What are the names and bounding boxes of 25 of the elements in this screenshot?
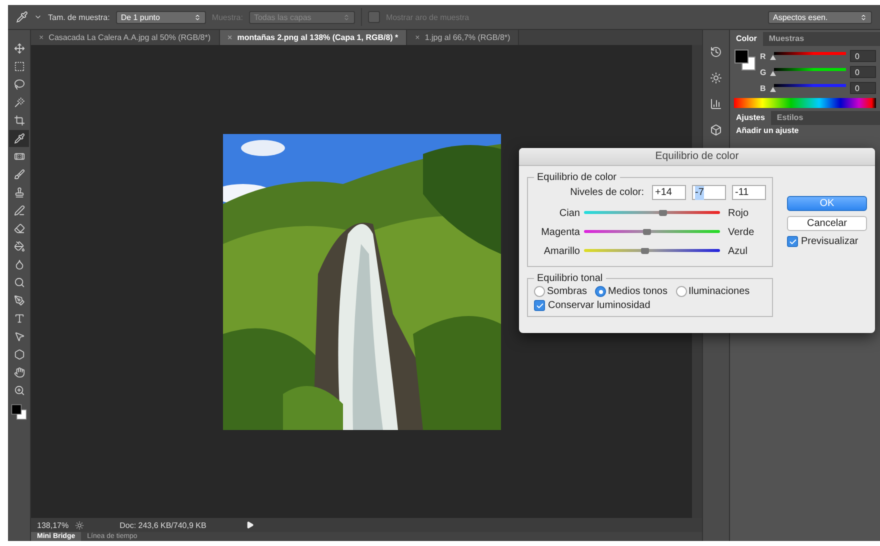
group-title: Equilibrio tonal bbox=[536, 273, 604, 284]
radio-label: Sombras bbox=[547, 286, 588, 297]
slider-left-label: Cian bbox=[558, 208, 581, 219]
levels-label: Niveles de color: bbox=[570, 187, 644, 198]
level-value: -7 bbox=[695, 186, 704, 200]
zoom-level: 138,17% bbox=[37, 520, 69, 530]
slider-right-label: Verde bbox=[727, 227, 756, 238]
sample-size-label: Tam. de muestra: bbox=[48, 12, 110, 22]
checkbox-label: Conservar luminosidad bbox=[548, 300, 650, 311]
group-title: Equilibrio de color bbox=[536, 172, 618, 183]
dialog-title: Equilibrio de color bbox=[519, 148, 875, 166]
slider-right-label: Azul bbox=[727, 246, 748, 257]
slider-right-label: Rojo bbox=[727, 208, 750, 219]
panel-heading: Añadir un ajuste bbox=[735, 125, 800, 136]
slider-left-label: Magenta bbox=[540, 227, 581, 238]
checkbox-label: Previsualizar bbox=[801, 236, 858, 247]
document-info: Doc: 243,6 KB/740,9 KB bbox=[120, 520, 208, 530]
channel-label: R bbox=[760, 52, 766, 60]
radio-label: Iluminaciones bbox=[688, 286, 750, 297]
radio-label: Medios tonos bbox=[608, 286, 668, 297]
channel-label: G bbox=[760, 68, 766, 76]
channel-label: B bbox=[760, 84, 766, 92]
level-value: +14 bbox=[655, 186, 672, 200]
slider-left-label: Amarillo bbox=[542, 246, 581, 257]
level-value: -11 bbox=[735, 186, 749, 200]
